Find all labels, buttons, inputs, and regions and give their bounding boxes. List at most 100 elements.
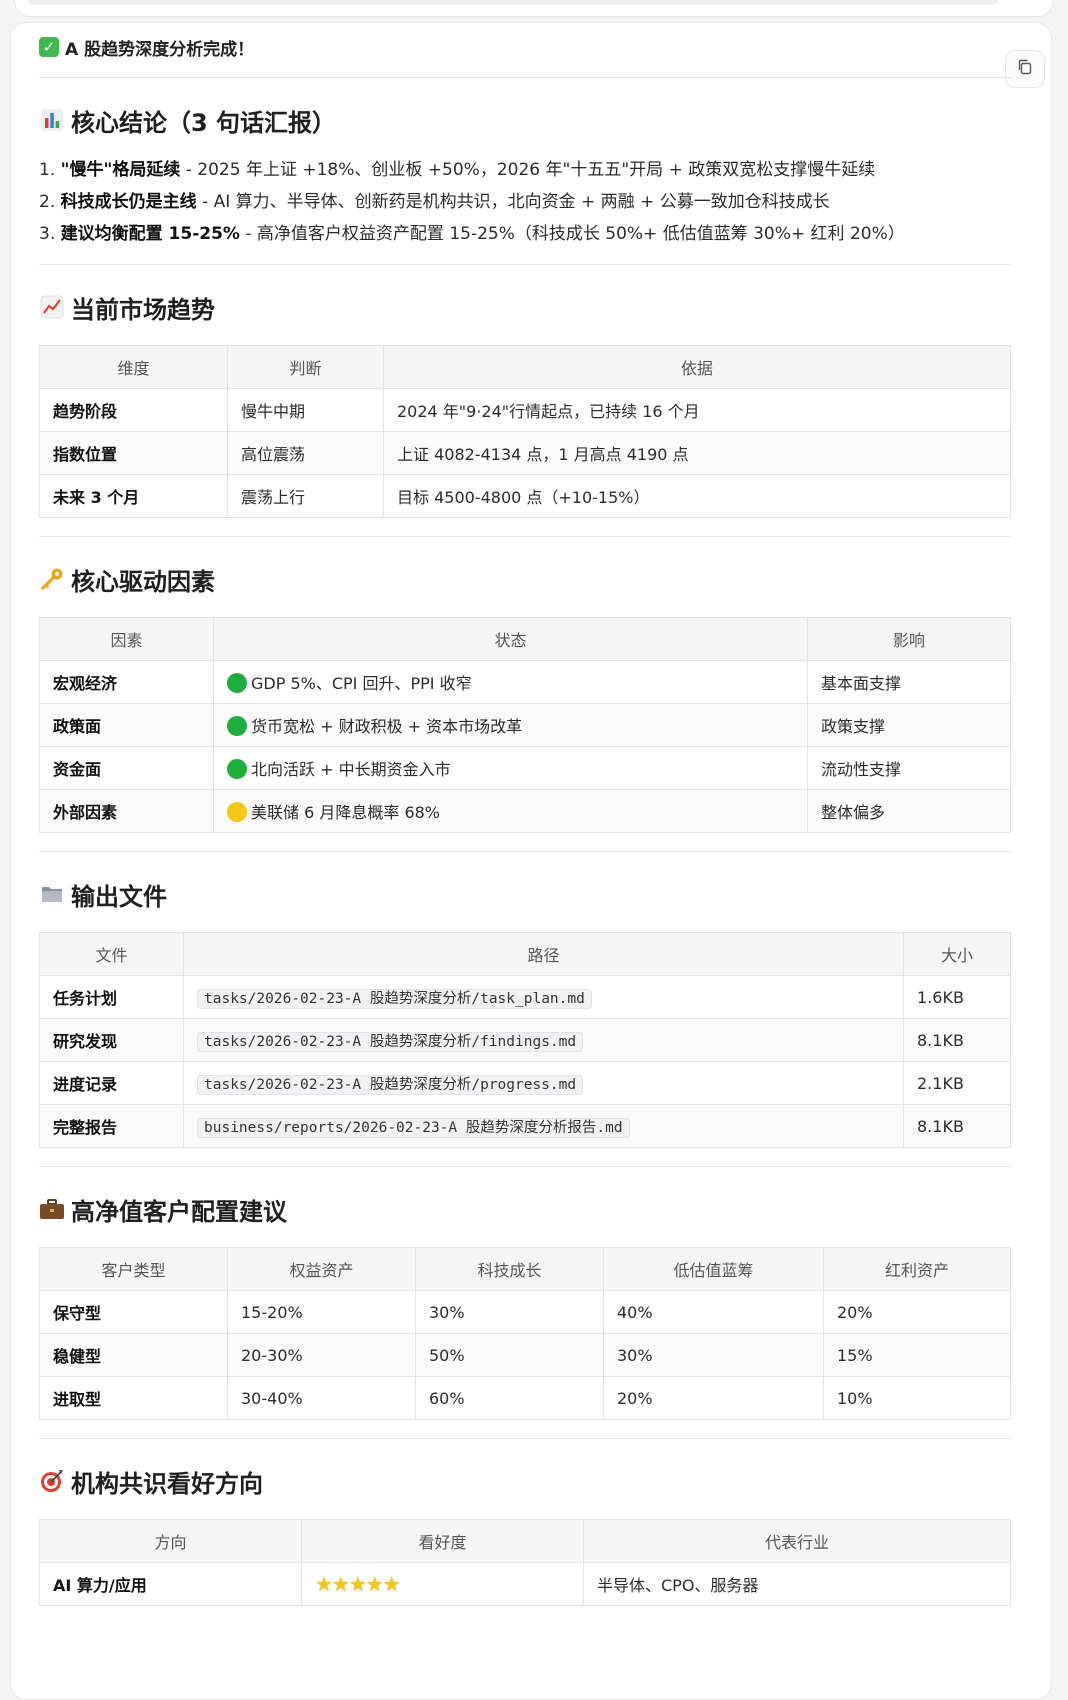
table-cell: 稳健型	[39, 1333, 228, 1377]
column-header: 维度	[39, 345, 228, 389]
table-cell: 上证 4082-4134 点，1 月高点 4190 点	[383, 431, 1011, 475]
table-cell: 40%	[603, 1290, 824, 1334]
table-row: 完整报告 business/reports/2026-02-23-A 股趋势深度…	[39, 1104, 1011, 1148]
column-header: 方向	[39, 1519, 302, 1563]
divider	[39, 77, 1011, 78]
files-table: 文件 路径 大小 任务计划 tasks/2026-02-23-A 股趋势深度分析…	[39, 932, 1011, 1148]
column-header: 代表行业	[583, 1519, 1011, 1563]
table-cell: business/reports/2026-02-23-A 股趋势深度分析报告.…	[183, 1104, 904, 1148]
table-row: 进度记录 tasks/2026-02-23-A 股趋势深度分析/progress…	[39, 1061, 1011, 1105]
column-header: 科技成长	[415, 1247, 604, 1291]
table-cell: 30%	[415, 1290, 604, 1334]
drivers-table: 因素 状态 影响 宏观经济 GDP 5%、CPI 回升、PPI 收窄 基本面支撑…	[39, 617, 1011, 833]
summary-list: 1. "慢牛"格局延续 - 2025 年上证 +18%、创业板 +50%，202…	[39, 154, 1011, 250]
list-number: 3.	[39, 224, 56, 244]
table-cell: 基本面支撑	[807, 660, 1011, 704]
list-item-bold: "慢牛"格局延续	[60, 160, 181, 180]
table-cell: 研究发现	[39, 1018, 184, 1062]
list-number: 2.	[39, 192, 56, 212]
table-header-row: 维度 判断 依据	[39, 345, 1011, 389]
column-header: 大小	[903, 932, 1011, 976]
table-cell: ★★★★★	[301, 1562, 584, 1606]
briefcase-icon	[39, 1196, 65, 1222]
section-title-text: 当前市场趋势	[71, 295, 215, 324]
table-cell: 10%	[823, 1376, 1011, 1420]
table-cell: 未来 3 个月	[39, 474, 228, 518]
table-cell: 1.6KB	[903, 975, 1011, 1019]
table-header-row: 方向 看好度 代表行业	[39, 1519, 1011, 1563]
table-row: 宏观经济 GDP 5%、CPI 回升、PPI 收窄 基本面支撑	[39, 660, 1011, 704]
table-cell: 2.1KB	[903, 1061, 1011, 1105]
file-path[interactable]: business/reports/2026-02-23-A 股趋势深度分析报告.…	[197, 1117, 630, 1138]
table-header-row: 客户类型 权益资产 科技成长 低估值蓝筹 红利资产	[39, 1247, 1011, 1291]
copy-icon	[1016, 58, 1034, 80]
list-item-text: - AI 算力、半导体、创新药是机构共识，北向资金 + 两融 + 公募一致加仓科…	[196, 192, 830, 212]
table-row: AI 算力/应用 ★★★★★ 半导体、CPO、服务器	[39, 1562, 1011, 1606]
table-cell: 保守型	[39, 1290, 228, 1334]
table-row: 政策面 货币宽松 + 财政积极 + 资本市场改革 政策支撑	[39, 703, 1011, 747]
table-cell: 政策面	[39, 703, 214, 747]
table-row: 任务计划 tasks/2026-02-23-A 股趋势深度分析/task_pla…	[39, 975, 1011, 1019]
table-cell: 进取型	[39, 1376, 228, 1420]
file-path[interactable]: tasks/2026-02-23-A 股趋势深度分析/findings.md	[197, 1031, 584, 1052]
list-item: 1. "慢牛"格局延续 - 2025 年上证 +18%、创业板 +50%，202…	[39, 154, 1011, 186]
status-text: 美联储 6 月降息概率 68%	[251, 803, 441, 822]
table-cell: 慢牛中期	[227, 388, 384, 432]
table-row: 指数位置 高位震荡 上证 4082-4134 点，1 月高点 4190 点	[39, 431, 1011, 475]
table-cell: 20%	[823, 1290, 1011, 1334]
column-header: 依据	[383, 345, 1011, 389]
list-item-bold: 建议均衡配置 15-25%	[60, 224, 240, 244]
table-cell: 指数位置	[39, 431, 228, 475]
green-circle-icon	[227, 716, 247, 736]
table-cell: 资金面	[39, 746, 214, 790]
table-cell: tasks/2026-02-23-A 股趋势深度分析/findings.md	[183, 1018, 904, 1062]
table-cell: 20%	[603, 1376, 824, 1420]
trend-table: 维度 判断 依据 趋势阶段 慢牛中期 2024 年"9·24"行情起点，已持续 …	[39, 345, 1011, 518]
file-path[interactable]: tasks/2026-02-23-A 股趋势深度分析/progress.md	[197, 1074, 584, 1095]
table-cell: 宏观经济	[39, 660, 214, 704]
copy-button[interactable]	[1005, 50, 1045, 88]
file-path[interactable]: tasks/2026-02-23-A 股趋势深度分析/task_plan.md	[197, 988, 592, 1009]
assistant-message-card: ✓ A 股趋势深度分析完成！ 核心结论（3 句话汇报） 1. "慢牛"格局延续 …	[10, 22, 1052, 1700]
table-cell: 8.1KB	[903, 1018, 1011, 1062]
green-circle-icon	[227, 673, 247, 693]
table-cell: 货币宽松 + 财政积极 + 资本市场改革	[213, 703, 808, 747]
table-row: 进取型 30-40% 60% 20% 10%	[39, 1376, 1011, 1420]
table-row: 保守型 15-20% 30% 40% 20%	[39, 1290, 1011, 1334]
table-cell: tasks/2026-02-23-A 股趋势深度分析/progress.md	[183, 1061, 904, 1105]
table-cell: 60%	[415, 1376, 604, 1420]
column-header: 因素	[39, 617, 214, 661]
star-rating-icon: ★★★★★	[315, 1572, 401, 1596]
table-cell: 趋势阶段	[39, 388, 228, 432]
column-header: 看好度	[301, 1519, 584, 1563]
status-text: A 股趋势深度分析完成！	[65, 39, 255, 60]
table-row: 研究发现 tasks/2026-02-23-A 股趋势深度分析/findings…	[39, 1018, 1011, 1062]
allocation-table: 客户类型 权益资产 科技成长 低估值蓝筹 红利资产 保守型 15-20% 30%…	[39, 1247, 1011, 1420]
table-row: 未来 3 个月 震荡上行 目标 4500-4800 点（+10-15%）	[39, 474, 1011, 518]
consensus-table: 方向 看好度 代表行业 AI 算力/应用 ★★★★★ 半导体、CPO、服务器	[39, 1519, 1011, 1606]
table-cell: 北向活跃 + 中长期资金入市	[213, 746, 808, 790]
status-text: GDP 5%、CPI 回升、PPI 收窄	[251, 674, 472, 693]
table-row: 资金面 北向活跃 + 中长期资金入市 流动性支撑	[39, 746, 1011, 790]
section-title-text: 核心驱动因素	[71, 567, 215, 596]
section-title-drivers: 核心驱动因素	[39, 561, 1011, 597]
table-cell: 整体偏多	[807, 789, 1011, 833]
table-cell: 30%	[603, 1333, 824, 1377]
table-cell: 震荡上行	[227, 474, 384, 518]
divider	[39, 1166, 1011, 1167]
table-header-row: 文件 路径 大小	[39, 932, 1011, 976]
bar-chart-icon	[39, 107, 65, 133]
target-icon	[39, 1468, 65, 1494]
column-header: 影响	[807, 617, 1011, 661]
divider	[39, 264, 1011, 265]
chart-increasing-icon	[39, 294, 65, 320]
status-line: ✓ A 股趋势深度分析完成！	[39, 33, 1011, 61]
column-header: 低估值蓝筹	[603, 1247, 824, 1291]
section-title-allocation: 高净值客户配置建议	[39, 1191, 1011, 1227]
previous-message-bar	[28, 0, 998, 5]
table-cell: 30-40%	[227, 1376, 416, 1420]
divider	[39, 1438, 1011, 1439]
table-cell: 美联储 6 月降息概率 68%	[213, 789, 808, 833]
column-header: 状态	[213, 617, 808, 661]
table-row: 稳健型 20-30% 50% 30% 15%	[39, 1333, 1011, 1377]
